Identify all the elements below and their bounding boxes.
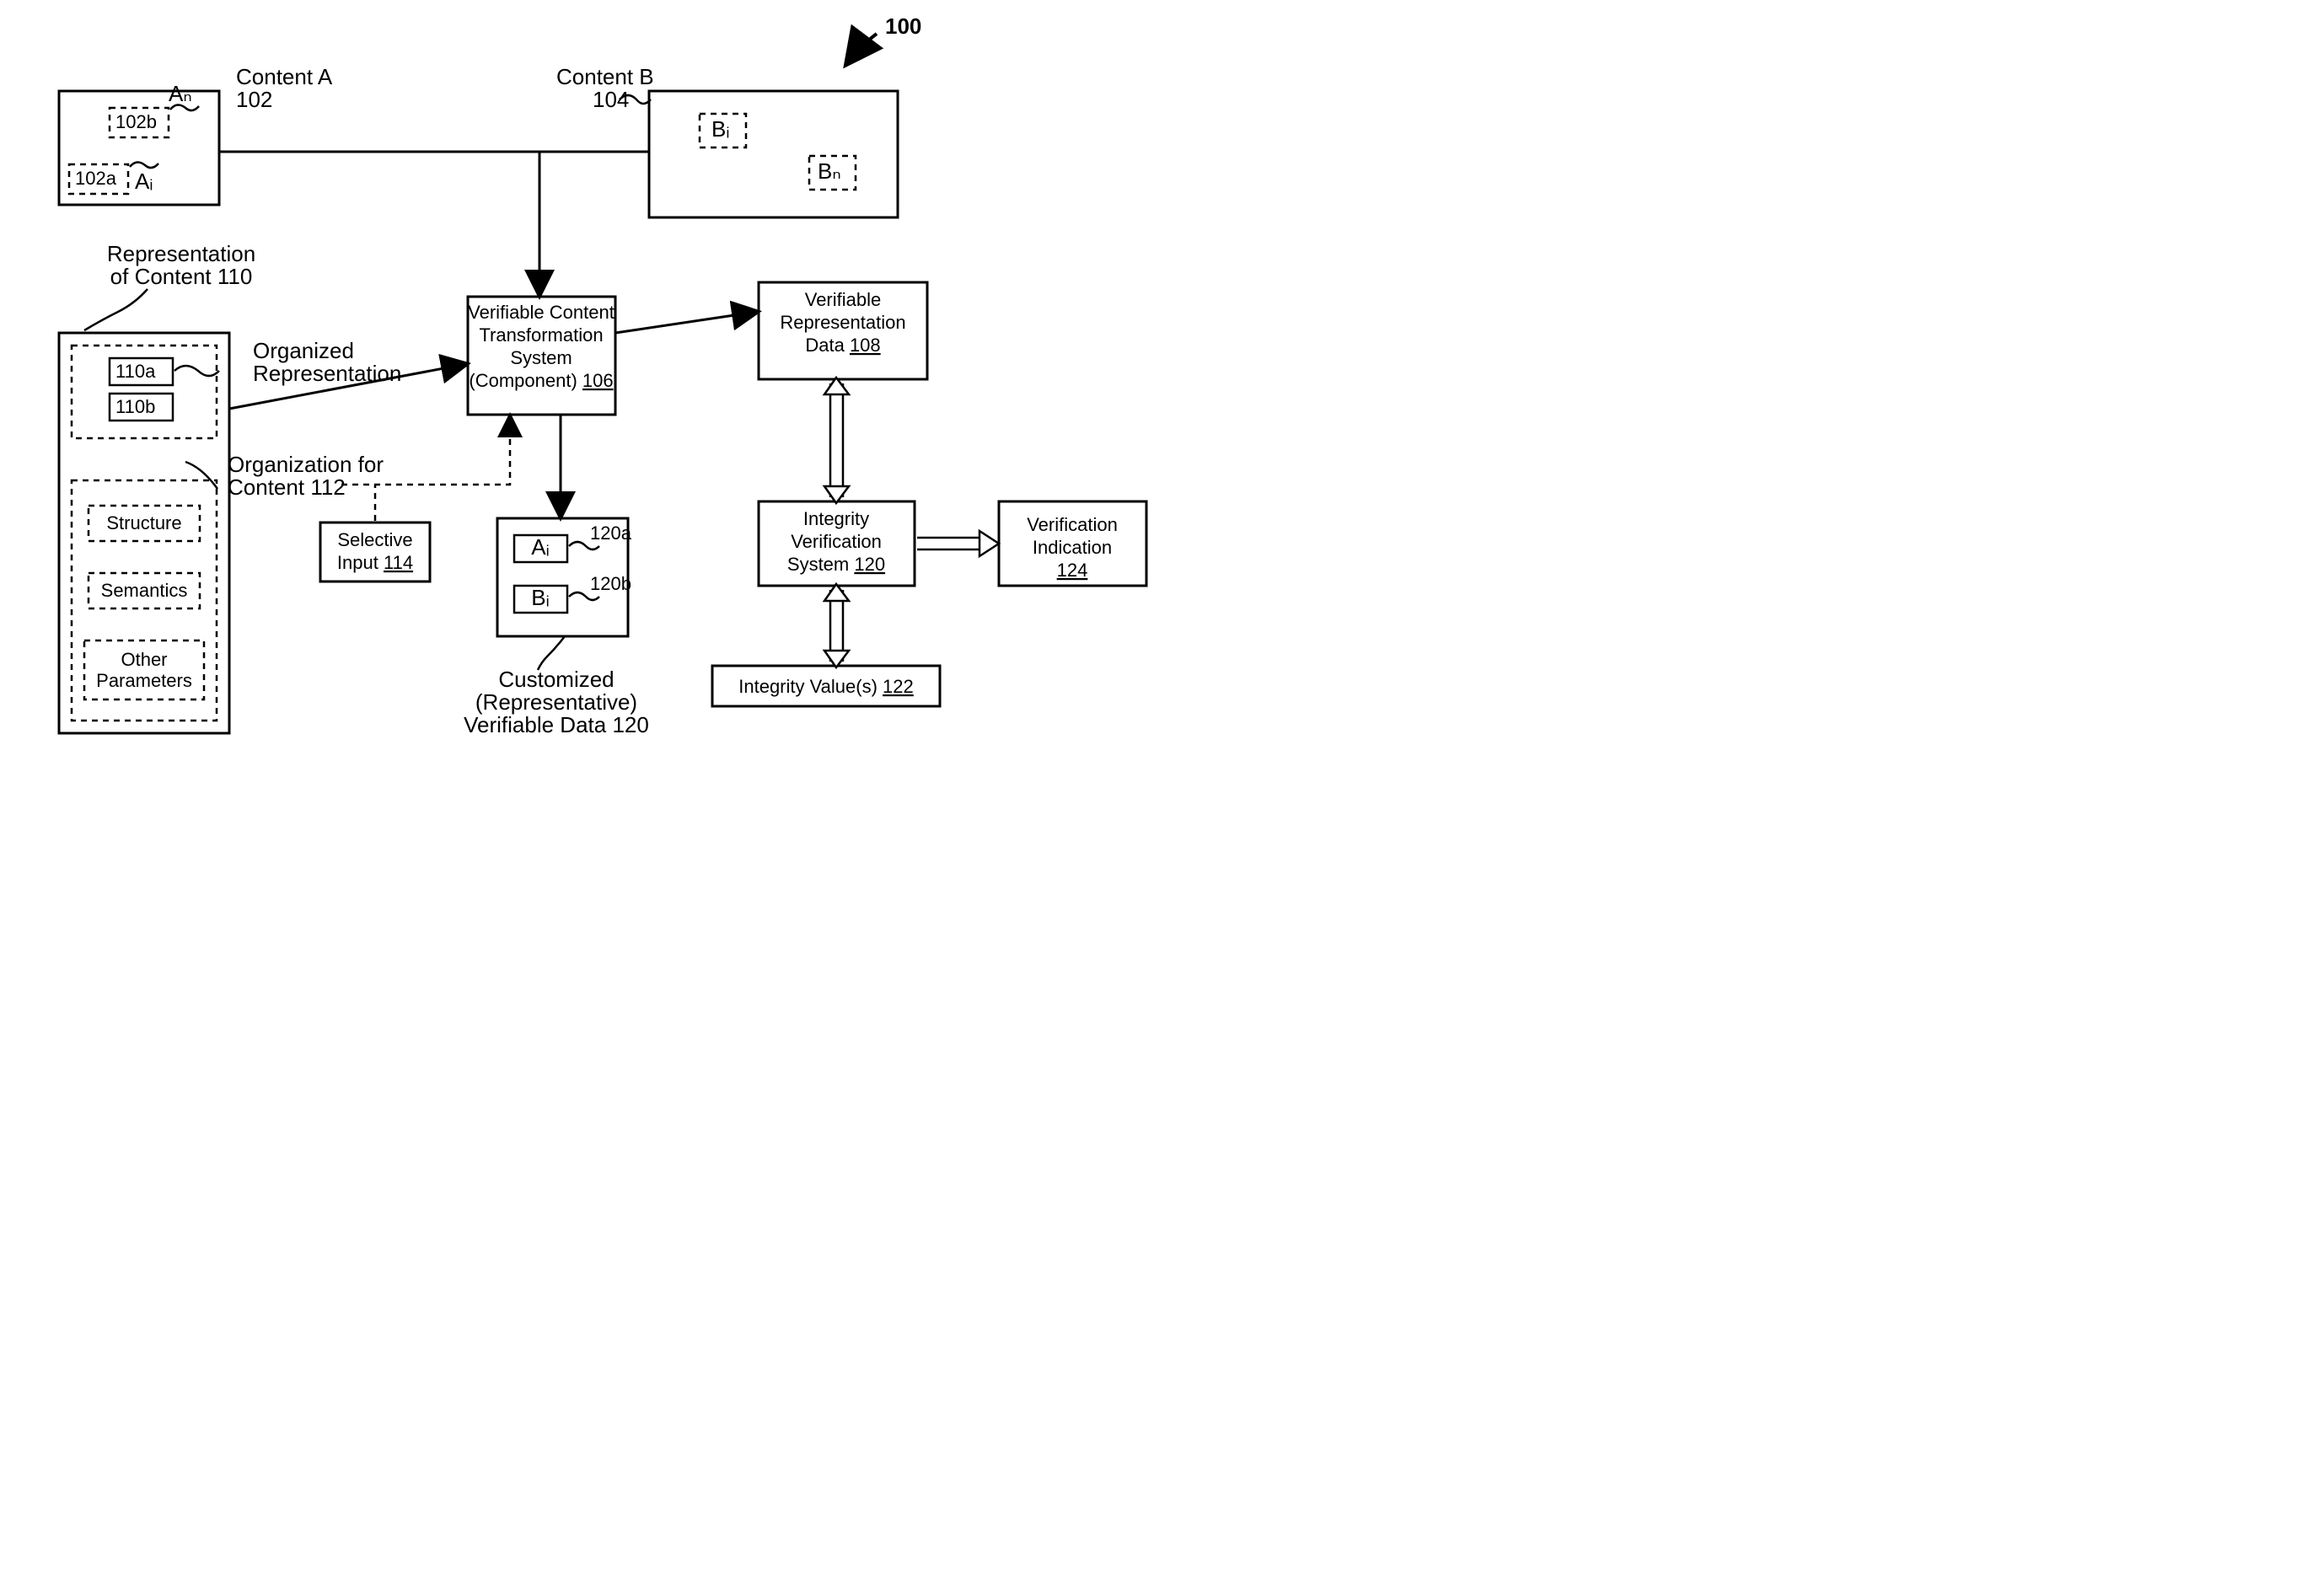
double-arrow-rep-integrity bbox=[824, 378, 849, 503]
vr-ref: 108 bbox=[850, 335, 881, 356]
content-b-label: Content B bbox=[556, 64, 654, 89]
ts-l3: System bbox=[510, 347, 572, 368]
vr-l2: Representation bbox=[780, 312, 905, 333]
vi-l2: Indication bbox=[1033, 537, 1112, 558]
ofc-ref: 112 bbox=[310, 474, 345, 500]
figure-ref-text: 100 bbox=[885, 13, 921, 39]
iv-label: Integrity Value(s) bbox=[738, 676, 878, 697]
transformation-system-block: Verifiable Content Transformation System… bbox=[468, 297, 615, 415]
content-b-ref: 104 bbox=[593, 87, 629, 112]
vr-l1: Verifiable bbox=[805, 289, 882, 310]
cd-l1: Customized bbox=[498, 667, 614, 692]
is-ref: 120 bbox=[854, 554, 885, 575]
vr-l3: Data bbox=[805, 335, 845, 356]
integrity-system-block: Integrity Verification System 120 bbox=[759, 501, 915, 586]
si-l1: Selective bbox=[337, 529, 412, 550]
si-ref: 114 bbox=[384, 552, 413, 573]
content-a-an: Aₙ bbox=[169, 81, 192, 106]
content-b-block: Content B 104 Bᵢ Bₙ bbox=[556, 64, 898, 217]
ofc-structure: Structure bbox=[106, 512, 181, 533]
content-a-sub-b: 102b bbox=[115, 111, 157, 132]
roc-l2: of Content bbox=[110, 264, 212, 289]
top-connectors bbox=[219, 152, 649, 295]
content-a-sub-a: 102a bbox=[75, 168, 117, 189]
content-a-block: Content A 102 102b Aₙ 102a Aᵢ bbox=[59, 64, 333, 205]
content-a-ref: 102 bbox=[236, 87, 272, 112]
verification-indication-block: Verification Indication 124 bbox=[999, 501, 1146, 586]
cd-ai-ref: 120a bbox=[590, 523, 632, 544]
cd-ref: 120 bbox=[612, 712, 648, 737]
svg-text:Integrity Value(s) 122: Integrity Value(s) 122 bbox=[738, 676, 914, 697]
content-a-ai: Aᵢ bbox=[135, 169, 153, 194]
arrow-transform-to-rep bbox=[615, 312, 757, 333]
content-b-bn: Bₙ bbox=[818, 158, 841, 184]
svg-text:Verifiable Data 120: Verifiable Data 120 bbox=[464, 712, 649, 737]
cd-l3: Verifiable Data bbox=[464, 712, 607, 737]
ofc-other1: Other bbox=[121, 649, 167, 670]
content-a-label: Content A bbox=[236, 64, 333, 89]
cd-ai: Aᵢ bbox=[531, 534, 549, 560]
si-l2: Input bbox=[337, 552, 378, 573]
roc-org-l2: Representation bbox=[253, 361, 401, 386]
vi-ref: 124 bbox=[1057, 560, 1088, 581]
ofc-l1: Organization for bbox=[228, 452, 384, 477]
content-b-bi: Bᵢ bbox=[711, 116, 729, 142]
cd-bi: Bᵢ bbox=[531, 585, 549, 610]
ofc-other2: Parameters bbox=[96, 670, 192, 691]
is-l2: Verification bbox=[791, 531, 882, 552]
roc-org-l1: Organized bbox=[253, 338, 354, 363]
svg-text:of Content 110: of Content 110 bbox=[110, 264, 253, 289]
ts-l2: Transformation bbox=[479, 324, 603, 346]
svg-text:(Component) 106: (Component) 106 bbox=[469, 370, 613, 391]
diagram-canvas: 100 Content A 102 102b Aₙ 102a Aᵢ Conten… bbox=[0, 0, 1222, 834]
figure-reference: 100 bbox=[847, 13, 921, 63]
cd-l2: (Representative) bbox=[475, 689, 637, 715]
open-arrow-to-indication bbox=[917, 531, 999, 556]
vi-l1: Verification bbox=[1027, 514, 1118, 535]
integrity-values-block: Integrity Value(s) 122 bbox=[712, 666, 940, 706]
svg-text:Data 108: Data 108 bbox=[805, 335, 880, 356]
is-l1: Integrity bbox=[803, 508, 869, 529]
svg-text:System 120: System 120 bbox=[787, 554, 885, 575]
is-l3: System bbox=[787, 554, 849, 575]
svg-text:Input 114: Input 114 bbox=[337, 552, 413, 573]
roc-ref: 110 bbox=[217, 264, 252, 289]
ofc-l2: Content bbox=[228, 474, 305, 500]
verifiable-rep-block: Verifiable Representation Data 108 bbox=[759, 282, 927, 379]
ts-l4: (Component) bbox=[469, 370, 577, 391]
svg-text:Content 112: Content 112 bbox=[228, 474, 346, 500]
customized-data-block: Aᵢ 120a Bᵢ 120b Customized (Representati… bbox=[464, 415, 649, 737]
selective-input-block: Selective Input 114 bbox=[320, 416, 510, 581]
roc-sub-a: 110a bbox=[115, 361, 156, 382]
roc-sub-b: 110b bbox=[115, 396, 155, 417]
iv-ref: 122 bbox=[883, 676, 914, 697]
double-arrow-sys-values bbox=[824, 584, 849, 667]
ts-ref: 106 bbox=[582, 370, 614, 391]
ofc-semantics: Semantics bbox=[101, 580, 188, 601]
cd-bi-ref: 120b bbox=[590, 573, 631, 594]
roc-l1: Representation bbox=[107, 241, 255, 266]
rep-of-content-block: Representation of Content 110 110a 110b … bbox=[59, 241, 466, 733]
ts-l1: Verifiable Content bbox=[468, 302, 615, 323]
